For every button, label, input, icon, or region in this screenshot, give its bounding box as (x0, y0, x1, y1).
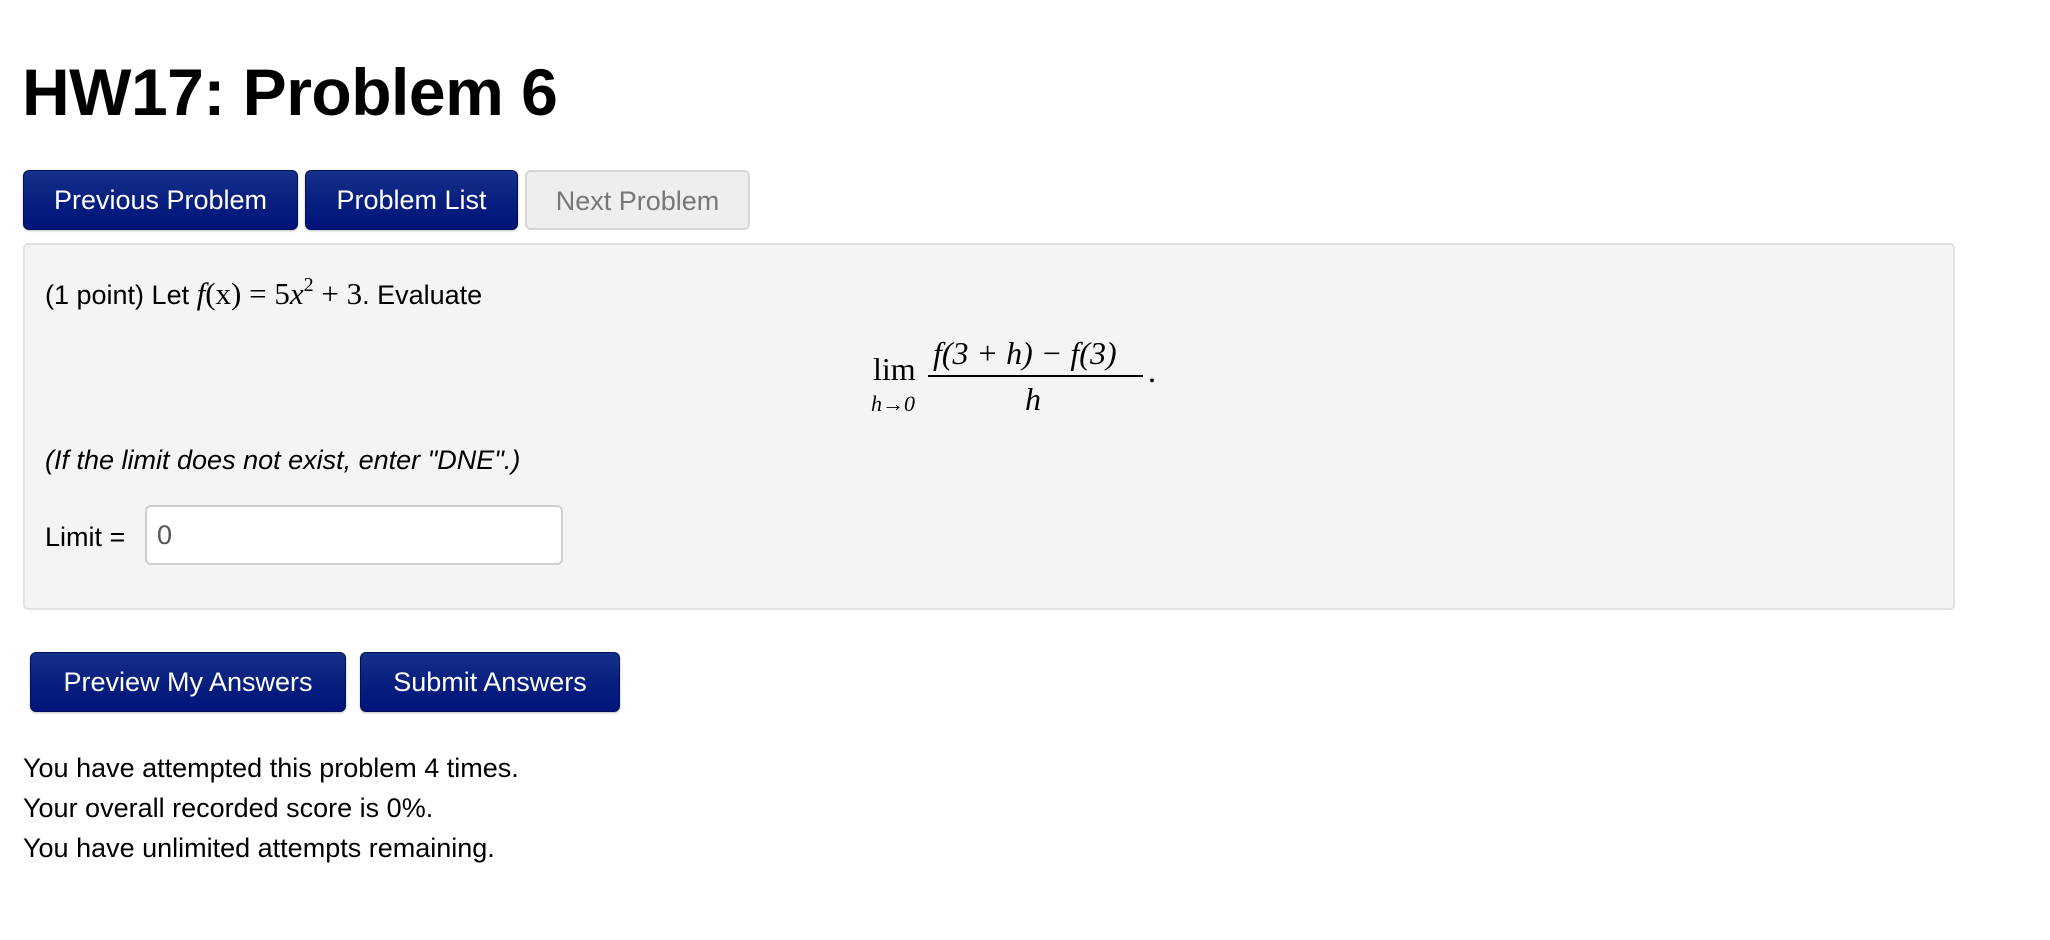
answer-label: Limit = (45, 522, 126, 552)
fraction-denominator: h (1025, 381, 1041, 417)
constant-term: + 3 (313, 276, 363, 311)
preview-answers-button[interactable]: Preview My Answers (30, 652, 346, 712)
equals-sign: = (241, 276, 275, 311)
limit-answer-input[interactable] (145, 505, 563, 565)
fraction-numerator: f(3 + h) − f(3) (933, 335, 1117, 371)
problem-panel: (1 point) Let f(x) = 5x2 + 3. Evaluate l… (23, 243, 1955, 610)
lim-subscript: h→0 (871, 391, 915, 417)
problem-statement: (1 point) Let f(x) = 5x2 + 3. Evaluate (45, 265, 482, 315)
limit-expression: lim h→0 f(3 + h) − f(3) h . (845, 325, 1185, 425)
next-problem-button: Next Problem (525, 170, 750, 230)
submit-answers-button[interactable]: Submit Answers (360, 652, 620, 712)
remaining-text: You have unlimited attempts remaining. (23, 833, 495, 863)
exponent: 2 (303, 274, 314, 296)
attempts-text: You have attempted this problem 4 times. (23, 753, 519, 783)
page-title: HW17: Problem 6 (22, 55, 558, 129)
function-name: f (196, 276, 206, 311)
points-text: (1 point) Let (45, 280, 197, 310)
trailing-period: . (1148, 353, 1156, 389)
previous-problem-button[interactable]: Previous Problem (23, 170, 298, 230)
score-text: Your overall recorded score is 0%. (23, 793, 434, 823)
lim-subscript-text: h→0 (871, 391, 915, 416)
evaluate-text: . Evaluate (362, 280, 483, 310)
lim-operator: lim (873, 351, 916, 387)
function-arg: (x) (205, 276, 242, 311)
coefficient: 5 (274, 276, 290, 311)
fraction-bar (928, 375, 1143, 377)
attempt-status: You have attempted this problem 4 times.… (23, 748, 519, 868)
problem-list-button[interactable]: Problem List (305, 170, 518, 230)
dne-hint: (If the limit does not exist, enter "DNE… (45, 445, 521, 475)
variable: x (289, 276, 304, 311)
